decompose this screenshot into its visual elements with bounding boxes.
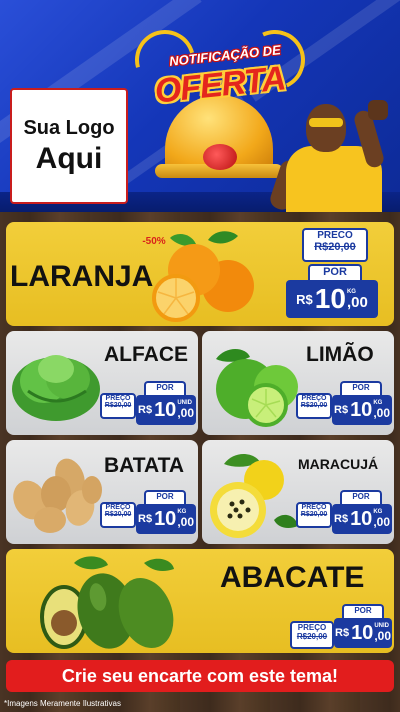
product-card-abacate[interactable]: ABACATE PREÇO R$20,00 POR R$ 10 UNID ,00 <box>6 549 394 653</box>
price-suffix: UNID ,00 <box>177 400 194 420</box>
price-decimal: ,00 <box>346 294 368 311</box>
por-label: POR <box>144 381 186 395</box>
product-card-maracuja[interactable]: MARACUJÁ PREÇO R$20,00 POR R$ 10 KG ,00 <box>202 440 394 544</box>
product-name: BATATA <box>104 454 185 477</box>
discount-badge: -50% <box>142 236 166 247</box>
product-card-alface[interactable]: ALFACE PREÇO R$20,00 POR R$ 10 UNID ,00 <box>6 331 198 435</box>
product-name: MARACUJÁ <box>298 456 379 472</box>
product-card-batata[interactable]: BATATA PREÇO R$20,00 POR R$ 10 KG ,00 <box>6 440 198 544</box>
por-label: POR <box>340 490 382 504</box>
price-decimal: ,00 <box>177 406 194 420</box>
currency: R$ <box>296 291 313 307</box>
price-decimal: ,00 <box>374 629 391 643</box>
old-price: R$20,00 <box>104 511 132 518</box>
old-price-box: PREÇO R$20,00 <box>100 393 136 419</box>
product-name: ABACATE <box>220 561 365 594</box>
bell-clapper <box>203 144 237 170</box>
cta-banner[interactable]: Crie seu encarte com este tema! <box>6 660 394 692</box>
new-price-box: R$ 10 KG ,00 <box>136 504 196 534</box>
man-fist <box>368 100 388 120</box>
sunglasses-icon <box>309 118 343 127</box>
avocado-icon <box>40 556 174 649</box>
product-name: LIMÃO <box>306 343 374 366</box>
por-label: POR <box>342 604 384 618</box>
price-integer: 10 <box>351 621 374 644</box>
logo-placeholder[interactable]: Sua Logo Aqui <box>10 88 128 204</box>
product-name: LARANJA <box>10 260 154 293</box>
lettuce-icon <box>12 355 100 421</box>
old-price: R$20,00 <box>296 632 328 641</box>
price-suffix: KG ,00 <box>177 509 194 529</box>
price-integer: 10 <box>350 398 373 421</box>
lime-icon <box>216 349 298 427</box>
price-integer: 10 <box>350 507 373 530</box>
price-decimal: ,00 <box>373 515 390 529</box>
old-price: R$20,00 <box>300 402 328 409</box>
price-decimal: ,00 <box>373 406 390 420</box>
man-head <box>306 104 346 152</box>
price-suffix: KG ,00 <box>373 509 390 529</box>
preco-label: PREÇO <box>301 395 327 402</box>
price-suffix: UNID ,00 <box>374 623 391 643</box>
preco-label: PREÇO <box>301 504 327 511</box>
old-price-box: PREÇO R$20,00 <box>296 393 332 419</box>
product-card-featured[interactable]: LARANJA -50% PRECO R$20,00 POR R$ 10 KG … <box>6 222 394 326</box>
passion-fruit-icon <box>210 454 298 538</box>
old-price: R$20,00 <box>314 241 356 253</box>
price-integer: 10 <box>154 398 177 421</box>
product-name: ALFACE <box>104 343 188 366</box>
currency: R$ <box>334 513 349 525</box>
por-label: POR <box>308 264 362 280</box>
old-price-box: PREÇO R$20,00 <box>100 502 136 528</box>
currency: R$ <box>138 513 153 525</box>
new-price-box: R$ 10 KG ,00 <box>332 395 392 425</box>
por-label: POR <box>340 381 382 395</box>
price-suffix: KG ,00 <box>373 400 390 420</box>
price-integer: 10 <box>314 283 346 314</box>
currency: R$ <box>334 404 349 416</box>
new-price-box: R$ 10 KG ,00 <box>286 280 378 318</box>
old-price: R$20,00 <box>300 511 328 518</box>
old-price: R$20,00 <box>104 402 132 409</box>
preco-label: PREÇO <box>105 395 131 402</box>
old-price-box: PREÇO R$20,00 <box>296 502 332 528</box>
currency: R$ <box>335 627 350 639</box>
currency: R$ <box>138 404 153 416</box>
new-price-box: R$ 10 UNID ,00 <box>136 395 196 425</box>
logo-line2: Aqui <box>35 141 103 175</box>
price-decimal: ,00 <box>177 515 194 529</box>
disclaimer-text: *Imagens Meramente Ilustrativas <box>4 699 121 708</box>
old-price-box: PREÇO R$20,00 <box>290 621 334 649</box>
new-price-box: R$ 10 UNID ,00 <box>334 618 392 648</box>
por-label: POR <box>144 490 186 504</box>
logo-line1: Sua Logo <box>23 116 115 139</box>
preco-label: PRECO <box>317 230 353 241</box>
price-integer: 10 <box>154 507 177 530</box>
old-price-box: PRECO R$20,00 <box>302 228 368 262</box>
preco-label: PREÇO <box>105 504 131 511</box>
product-card-limao[interactable]: LIMÃO PREÇO R$20,00 POR R$ 10 KG ,00 <box>202 331 394 435</box>
new-price-box: R$ 10 KG ,00 <box>332 504 392 534</box>
price-suffix: KG ,00 <box>346 289 368 311</box>
preco-label: PREÇO <box>297 623 327 632</box>
potato-icon <box>13 458 102 533</box>
